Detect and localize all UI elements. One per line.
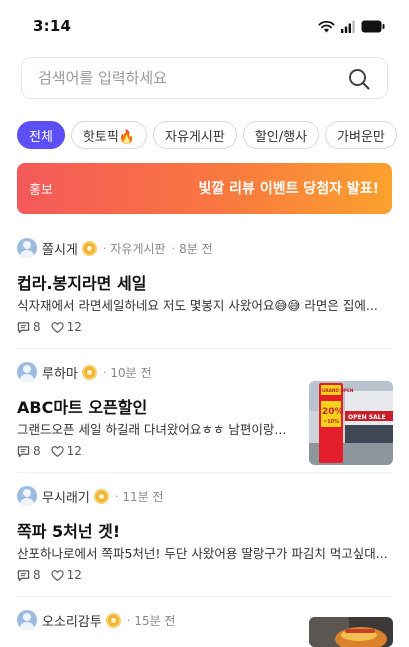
medal-badge-icon — [105, 612, 121, 628]
post-author-row: 무시래기 · 11분 전 — [17, 485, 164, 507]
avatar[interactable] — [17, 610, 37, 630]
post-title: 쪽파 5처넌 겟! — [17, 522, 121, 541]
post-stats: 8 12 — [17, 567, 82, 583]
promo-banner[interactable]: 홍보 빛깔 리뷰 이벤트 당첨자 발표! — [17, 163, 392, 214]
category-tabs: 전체 핫토픽🔥 자유게시판 할인/행사 가벼운만 — [17, 121, 409, 151]
post-stats: 8 12 — [17, 443, 82, 459]
post-time: 15분 전 — [134, 613, 176, 628]
post-item[interactable]: 오소리감투 · 15분 전 — [17, 609, 393, 647]
comment-icon — [17, 445, 30, 457]
post-author-row: 루하마 · 10분 전 — [17, 361, 152, 383]
post-title: 컵라.봉지라면 세일 — [17, 274, 147, 293]
comment-count: 8 — [33, 444, 41, 458]
wifi-icon — [318, 20, 335, 32]
avatar[interactable] — [17, 486, 37, 506]
status-icons — [318, 19, 385, 33]
food-photo-image — [309, 617, 393, 647]
status-time: 3:14 — [33, 17, 72, 35]
svg-text:~10%: ~10% — [323, 419, 339, 425]
tab-light-talk[interactable]: 가벼운만 — [325, 121, 397, 149]
author-name[interactable]: 오소리감투 — [42, 611, 102, 630]
post-stats: 8 12 — [17, 319, 82, 335]
avatar[interactable] — [17, 238, 37, 258]
status-bar: 3:14 — [0, 0, 409, 52]
post-thumbnail[interactable] — [309, 617, 393, 647]
search-icon[interactable] — [347, 67, 371, 91]
like-count: 12 — [66, 320, 82, 334]
post-author-row: 쫄시게 · 자유게시판 · 8분 전 — [17, 237, 213, 259]
meta-separator: · — [102, 365, 107, 379]
post-item[interactable]: 루하마 · 10분 전 ABC마트 오픈할인 그랜드오픈 세일 하길래 다녀왔어… — [17, 361, 393, 471]
medal-badge-icon — [81, 364, 97, 380]
meta-separator: · — [126, 613, 131, 627]
comment-count: 8 — [33, 568, 41, 582]
meta-separator: · — [102, 241, 107, 255]
comment-count: 8 — [33, 320, 41, 334]
cellular-signal-icon — [341, 20, 355, 33]
heart-icon[interactable] — [51, 569, 64, 582]
divider — [17, 596, 393, 597]
tab-free-board[interactable]: 자유게시판 — [153, 121, 237, 149]
like-count: 12 — [66, 568, 82, 582]
divider — [17, 472, 393, 473]
svg-text:20%: 20% — [322, 407, 344, 417]
heart-icon[interactable] — [51, 321, 64, 334]
tab-all[interactable]: 전체 — [17, 121, 65, 149]
post-preview: 그랜드오픈 세일 하길래 다녀왔어요ㅎㅎ 남편이랑... — [17, 422, 287, 437]
medal-badge-icon — [93, 488, 109, 504]
divider — [17, 348, 393, 349]
comment-icon — [17, 321, 30, 333]
post-time: 11분 전 — [122, 489, 164, 504]
post-item[interactable]: 무시래기 · 11분 전 쪽파 5처넌 겟! 산포하나로에서 쪽파5처넌! 두단… — [17, 485, 393, 595]
search-input[interactable] — [38, 58, 338, 98]
svg-text:GRAND OPEN: GRAND OPEN — [322, 388, 354, 393]
comment-icon — [17, 569, 30, 581]
medal-badge-icon — [81, 240, 97, 256]
meta-separator: · — [114, 489, 119, 503]
author-name[interactable]: 무시래기 — [42, 487, 90, 506]
avatar[interactable] — [17, 362, 37, 382]
post-time: 8분 전 — [179, 241, 213, 256]
store-photo-image: OPEN SALE GRAND OPEN 20% ~10% — [309, 381, 393, 465]
like-count: 12 — [66, 444, 82, 458]
post-preview: 식자재에서 라면세일하네요 저도 몇봉지 사왔어요😅😅 라면은 집에... — [17, 298, 378, 313]
author-name[interactable]: 루하마 — [42, 363, 78, 382]
banner-title: 빛깔 리뷰 이벤트 당첨자 발표! — [198, 181, 379, 197]
post-thumbnail[interactable]: OPEN SALE GRAND OPEN 20% ~10% — [309, 381, 393, 465]
post-board: 자유게시판 — [110, 241, 166, 256]
battery-icon — [361, 20, 385, 32]
author-name[interactable]: 쫄시게 — [42, 239, 78, 258]
tab-hot-topic[interactable]: 핫토픽🔥 — [70, 121, 147, 149]
meta-separator: · — [171, 241, 176, 255]
search-bar[interactable] — [21, 57, 388, 99]
post-preview: 산포하나로에서 쪽파5처넌! 두단 사왔어용 딸랑구가 파김치 먹고싶대... — [17, 546, 388, 561]
heart-icon[interactable] — [51, 445, 64, 458]
post-time: 10분 전 — [110, 365, 152, 380]
svg-text:OPEN SALE: OPEN SALE — [348, 414, 386, 421]
banner-tag: 홍보 — [29, 183, 53, 198]
tab-sales-events[interactable]: 할인/행사 — [242, 121, 320, 149]
post-author-row: 오소리감투 · 15분 전 — [17, 609, 175, 631]
post-item[interactable]: 쫄시게 · 자유게시판 · 8분 전 컵라.봉지라면 세일 식자재에서 라면세일… — [17, 237, 393, 347]
post-title: ABC마트 오픈할인 — [17, 398, 148, 417]
